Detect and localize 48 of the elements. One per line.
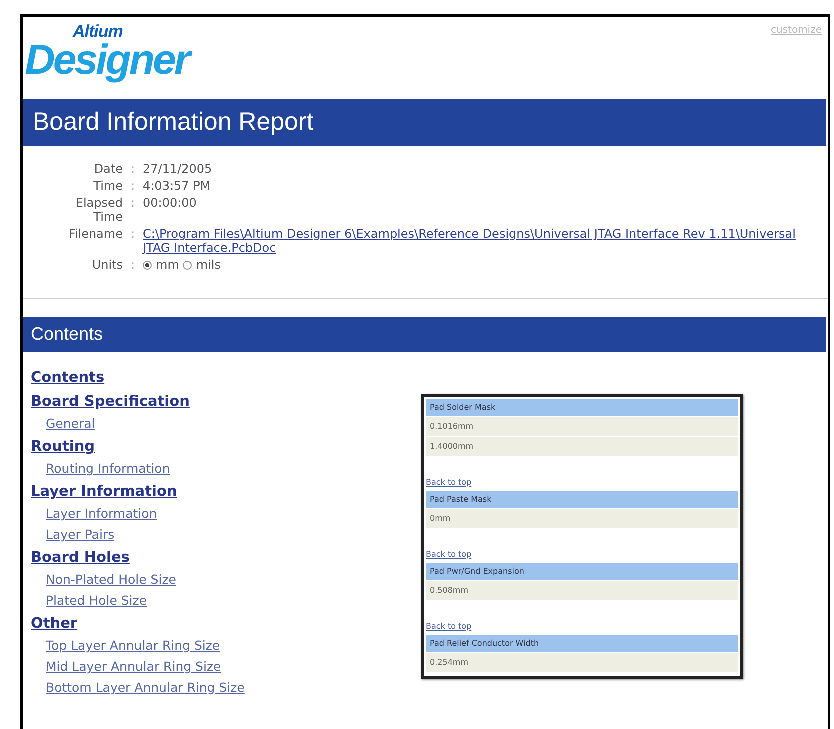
contents-sublink[interactable]: Layer Pairs (46, 527, 115, 542)
contents-link[interactable]: Routing (31, 439, 96, 455)
contents-sublink[interactable]: Mid Layer Annular Ring Size (46, 659, 222, 674)
contents-link[interactable]: Contents (31, 370, 105, 386)
contents-link[interactable]: Board Specification (31, 394, 190, 410)
info-value: 4:03:57 PM (143, 179, 212, 193)
contents-link[interactable]: Other (31, 616, 78, 632)
info-label: Time (92, 179, 123, 193)
report-title: Board Information Report (23, 99, 826, 146)
contents-sublink[interactable]: Routing Information (46, 461, 170, 476)
contents-heading: Contents (23, 317, 826, 352)
back-to-top-link[interactable]: Back to top (426, 550, 472, 559)
info-label: Filename (68, 227, 123, 243)
radio-label: mm (156, 258, 180, 272)
contents-sublink[interactable]: Layer Information (46, 506, 158, 521)
value-row: 1.4000mm (426, 437, 738, 456)
contents-link[interactable]: Layer Information (31, 484, 178, 500)
colon: : (130, 162, 136, 176)
contents-sublink[interactable]: Bottom Layer Annular Ring Size (46, 680, 245, 695)
logo-text: Altium (73, 23, 123, 40)
back-to-top-link[interactable]: Back to top (426, 622, 472, 631)
radio-button[interactable] (183, 260, 192, 270)
section-heading: Pad Solder Mask (426, 399, 738, 416)
section-heading: Pad Paste Mask (426, 491, 738, 508)
filename-link[interactable]: C:\Program Files\Altium Designer 6\Examples\Reference Designs\Universal JTAG Interface Rev 1.11\Universal JTAG Interface.PcbDoc (143, 227, 808, 255)
colon: : (130, 227, 136, 243)
back-to-top-link[interactable]: Back to top (426, 478, 472, 487)
contents-sublink[interactable]: Plated Hole Size (46, 593, 148, 608)
section-heading: Pad Pwr/Gnd Expansion (426, 563, 738, 580)
value-row: 0.254mm (426, 653, 738, 672)
colon: : (130, 179, 136, 193)
contents-sublink[interactable]: Top Layer Annular Ring Size (46, 638, 220, 653)
colon: : (130, 258, 136, 272)
info-label: Date (93, 162, 123, 176)
info-value: 27/11/2005 (143, 162, 214, 176)
value-row: 0mm (426, 509, 738, 528)
section-heading: Pad Relief Conductor Width (426, 635, 738, 652)
contents-link[interactable]: Board Holes (31, 550, 130, 566)
info-value: 00:00:00 (143, 196, 198, 212)
radio-label: mils (196, 258, 221, 272)
info-label: Elapsed Time (74, 196, 123, 224)
value-row: 0.508mm (426, 581, 738, 600)
info-label: Units (91, 258, 123, 272)
contents-sublink[interactable]: Non-Plated Hole Size (46, 572, 176, 587)
colon: : (130, 196, 136, 212)
value-row: 0.1016mm (426, 417, 738, 436)
contents-sublink[interactable]: General (46, 416, 96, 431)
radio-button[interactable] (143, 260, 152, 270)
